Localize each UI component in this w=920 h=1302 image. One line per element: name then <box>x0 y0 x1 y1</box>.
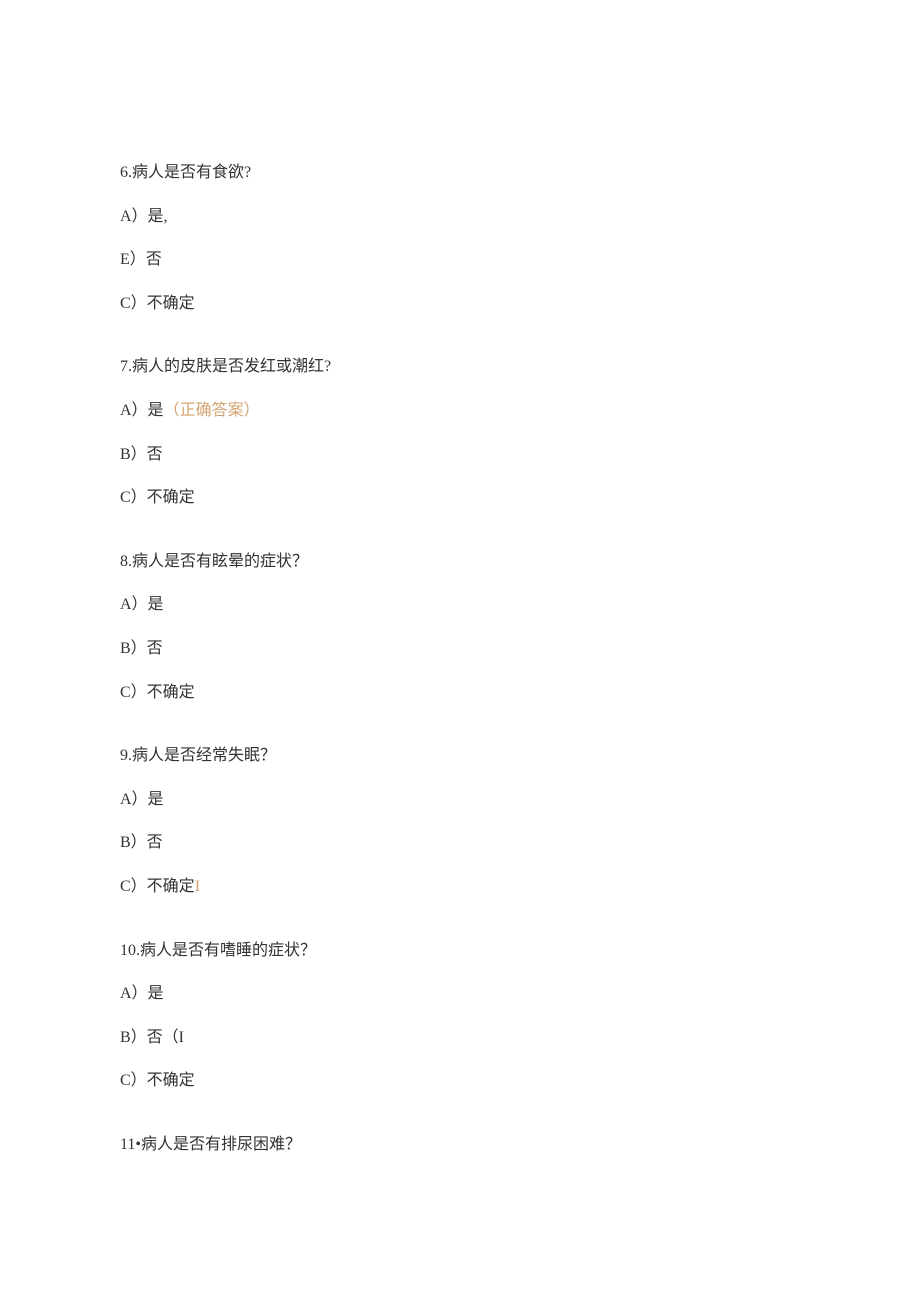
document-content: 6.病人是否有食欲? A）是, E）否 C）不确定 7.病人的皮肤是否发红或潮红? A）是… <box>120 160 800 1157</box>
question-text: 10.病人是否有嗜睡的症状？ <box>120 938 800 964</box>
option-label: B）否 <box>120 640 163 657</box>
option-label: C）不确定 <box>120 878 195 895</box>
option-label: C）不确定 <box>120 684 195 701</box>
answer-option: C）不确定 <box>120 485 800 511</box>
question-text: 9.病人是否经常失眠？ <box>120 743 800 769</box>
question-number: 7. <box>120 358 132 375</box>
answer-option: A）是 <box>120 592 800 618</box>
answer-option: B）否 <box>120 830 800 856</box>
question-block: 10.病人是否有嗜睡的症状？ A）是 B）否（I C）不确定 <box>120 938 800 1094</box>
answer-option: C）不确定 <box>120 680 800 706</box>
option-label: B）否（I <box>120 1029 184 1046</box>
answer-option: A）是 <box>120 981 800 1007</box>
question-block: 11•病人是否有排尿困难？ <box>120 1132 800 1158</box>
option-label: A）是 <box>120 402 164 419</box>
option-label: B）否 <box>120 446 163 463</box>
answer-option: B）否（I <box>120 1025 800 1051</box>
answer-option: A）是 <box>120 787 800 813</box>
question-number: 11• <box>120 1136 141 1153</box>
option-label: B）否 <box>120 834 163 851</box>
option-suffix: （正确答案） <box>164 402 260 419</box>
answer-option: C）不确定I <box>120 874 800 900</box>
option-label: A）是 <box>120 791 164 808</box>
option-label: A）是 <box>120 985 164 1002</box>
question-label: 病人是否有食欲? <box>132 164 251 181</box>
answer-option: A）是, <box>120 204 800 230</box>
option-label: C）不确定 <box>120 489 195 506</box>
question-block: 7.病人的皮肤是否发红或潮红? A）是（正确答案） B）否 C）不确定 <box>120 354 800 510</box>
answer-option: C）不确定 <box>120 1068 800 1094</box>
question-text: 6.病人是否有食欲? <box>120 160 800 186</box>
question-label: 病人是否有排尿困难？ <box>141 1136 301 1153</box>
question-label: 病人的皮肤是否发红或潮红? <box>132 358 331 375</box>
question-label: 病人是否经常失眠？ <box>132 747 276 764</box>
question-text: 11•病人是否有排尿困难？ <box>120 1132 800 1158</box>
option-label: A）是 <box>120 596 164 613</box>
option-label: E）否 <box>120 251 162 268</box>
question-label: 病人是否有嗜睡的症状？ <box>140 942 316 959</box>
option-label: C）不确定 <box>120 1072 195 1089</box>
answer-option: B）否 <box>120 442 800 468</box>
question-number: 6. <box>120 164 132 181</box>
question-block: 6.病人是否有食欲? A）是, E）否 C）不确定 <box>120 160 800 316</box>
question-number: 8. <box>120 553 132 570</box>
question-text: 8.病人是否有眩晕的症状？ <box>120 549 800 575</box>
answer-option: C）不确定 <box>120 291 800 317</box>
question-text: 7.病人的皮肤是否发红或潮红? <box>120 354 800 380</box>
question-number: 9. <box>120 747 132 764</box>
option-label: A）是, <box>120 208 168 225</box>
question-number: 10. <box>120 942 140 959</box>
option-label: C）不确定 <box>120 295 195 312</box>
answer-option: B）否 <box>120 636 800 662</box>
question-block: 8.病人是否有眩晕的症状？ A）是 B）否 C）不确定 <box>120 549 800 705</box>
option-suffix: I <box>195 878 200 895</box>
answer-option: E）否 <box>120 247 800 273</box>
answer-option: A）是（正确答案） <box>120 398 800 424</box>
question-label: 病人是否有眩晕的症状？ <box>132 553 308 570</box>
question-block: 9.病人是否经常失眠？ A）是 B）否 C）不确定I <box>120 743 800 899</box>
